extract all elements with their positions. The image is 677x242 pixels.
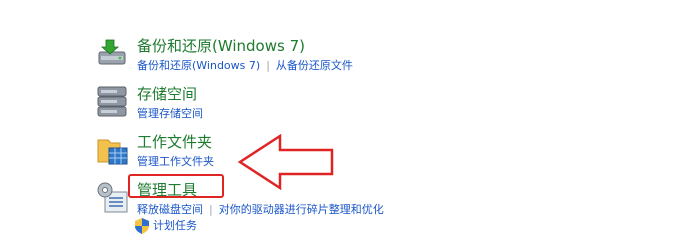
work-folders-title[interactable]: 工作文件夹 bbox=[137, 132, 212, 152]
manage-storage-spaces-link[interactable]: 管理存储空间 bbox=[137, 107, 203, 120]
work-folders-icon bbox=[95, 132, 131, 168]
backup-restore-title[interactable]: 备份和还原(Windows 7) bbox=[137, 36, 305, 56]
admin-tools-icon bbox=[95, 180, 131, 216]
backup-restore-link[interactable]: 备份和还原(Windows 7) bbox=[137, 59, 260, 72]
storage-spaces-links: 管理存储空间 bbox=[137, 106, 203, 122]
backup-restore-links: 备份和还原(Windows 7) | 从备份还原文件 bbox=[137, 58, 353, 74]
annotation-arrow bbox=[236, 132, 336, 192]
storage-spaces-icon bbox=[95, 84, 131, 120]
link-separator: | bbox=[209, 203, 213, 216]
storage-spaces-title[interactable]: 存储空间 bbox=[137, 84, 197, 104]
backup-restore-icon bbox=[95, 36, 131, 72]
admin-tools-links: 释放磁盘空间 | 对你的驱动器进行碎片整理和优化 bbox=[137, 202, 384, 218]
uac-shield-icon bbox=[135, 218, 149, 234]
defragment-drives-link[interactable]: 对你的驱动器进行碎片整理和优化 bbox=[219, 203, 384, 216]
free-disk-space-link[interactable]: 释放磁盘空间 bbox=[137, 203, 203, 216]
restore-files-link[interactable]: 从备份还原文件 bbox=[276, 59, 353, 72]
link-separator: | bbox=[266, 59, 270, 72]
schedule-tasks-link[interactable]: 计划任务 bbox=[153, 218, 197, 234]
highlight-box bbox=[128, 174, 224, 198]
work-folders-links: 管理工作文件夹 bbox=[137, 154, 214, 170]
manage-work-folders-link[interactable]: 管理工作文件夹 bbox=[137, 155, 214, 168]
